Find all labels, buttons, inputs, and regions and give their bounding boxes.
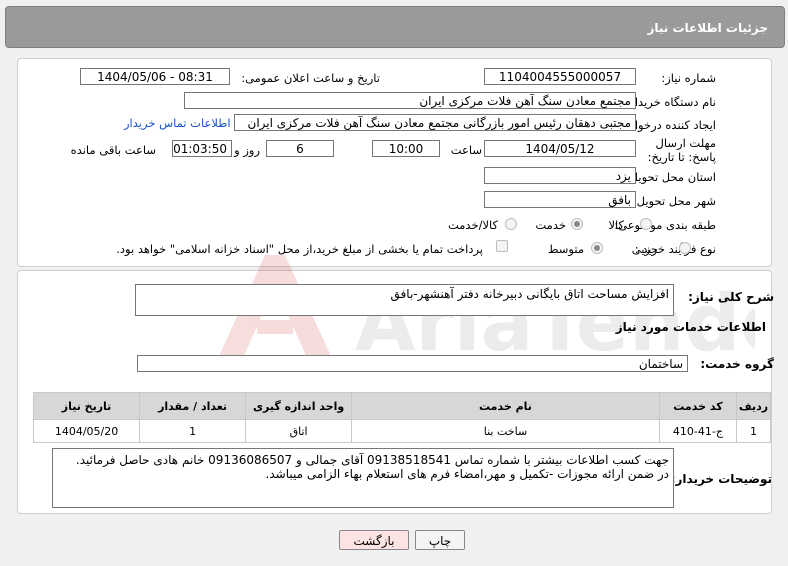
city-field[interactable]: بافق <box>484 191 636 208</box>
announce-field[interactable]: 1404/05/06 - 08:31 <box>80 68 230 85</box>
need-number-label: شماره نیاز: <box>661 71 716 85</box>
summary-label: شرح کلی نیاز: <box>688 290 774 304</box>
category-both-radio[interactable] <box>505 218 517 230</box>
need-date: 1404/05/20 <box>32 419 141 443</box>
treasury-checkbox[interactable] <box>496 240 508 252</box>
service-code: ج-41-410 <box>658 419 738 443</box>
page-title: جزئیات اطلاعات نیاز <box>647 21 768 35</box>
category-both-label: کالا/خدمت <box>447 218 498 232</box>
days-label: روز و <box>234 143 260 157</box>
service-name: ساخت بنا <box>351 419 660 443</box>
col-code: کد خدمت <box>658 392 738 420</box>
summary-field[interactable]: افزایش مساحت اتاق بایگانی دبیرخانه دفتر … <box>135 284 674 316</box>
page-header: جزئیات اطلاعات نیاز <box>5 6 785 48</box>
announce-label: تاریخ و ساعت اعلان عمومی: <box>241 71 380 85</box>
need-number-field[interactable]: 1104004555000057 <box>484 68 636 85</box>
buyer-notes-field[interactable]: جهت کسب اطلاعات بیشتر با شماره تماس 0913… <box>52 448 674 508</box>
city-label: شهر محل تحویل: <box>632 194 716 208</box>
process-medium-radio[interactable] <box>591 242 603 254</box>
buyer-notes-line1: جهت کسب اطلاعات بیشتر با شماره تماس 0913… <box>75 453 669 467</box>
back-button[interactable]: بازگشت <box>339 530 409 550</box>
buyer-notes-label: توضیحات خریدار: <box>670 472 772 486</box>
services-table: ردیف کد خدمت نام خدمت واحد اندازه گیری ت… <box>32 392 771 443</box>
col-row: ردیف <box>736 392 771 420</box>
payment-note: پرداخت تمام یا بخشی از مبلغ خرید،از محل … <box>116 242 483 256</box>
days-field[interactable]: 6 <box>266 140 334 157</box>
col-unit: واحد اندازه گیری <box>245 392 353 420</box>
process-minor-label: جزیی <box>631 242 658 256</box>
col-qty: تعداد / مقدار <box>139 392 247 420</box>
service-group-field[interactable]: ساختمان <box>137 355 688 372</box>
deadline-time-label: ساعت <box>450 143 482 157</box>
print-button[interactable]: چاپ <box>415 530 465 550</box>
buyer-org-label: نام دستگاه خریدار: <box>625 95 716 109</box>
category-goods-label: کالا <box>608 218 624 232</box>
buyer-org-field[interactable]: مجتمع معادن سنگ آهن فلات مرکزی ایران <box>184 92 636 109</box>
creator-field[interactable]: مجتبی دهقان رئیس امور بازرگانی مجتمع معا… <box>234 114 636 131</box>
province-label: استان محل تحویل: <box>625 170 716 184</box>
services-title: اطلاعات خدمات مورد نیاز <box>615 320 766 334</box>
col-date: تاریخ نیاز <box>32 392 141 420</box>
category-service-radio[interactable] <box>571 218 583 230</box>
buyer-notes-line2: در ضمن ارائه مجوزات -تکمیل و مهر،امضاء ف… <box>265 467 669 481</box>
deadline-date-field[interactable]: 1404/05/12 <box>484 140 636 157</box>
deadline-time-field[interactable]: 10:00 <box>372 140 440 157</box>
table-row[interactable]: 1 ج-41-410 ساخت بنا اتاق 1 1404/05/20 <box>32 419 771 443</box>
remaining-label: ساعت باقی مانده <box>70 143 156 157</box>
unit: اتاق <box>245 419 353 443</box>
page: جزئیات اطلاعات نیاز شماره نیاز: 11040045… <box>0 0 788 566</box>
province-field[interactable]: یزد <box>484 167 636 184</box>
deadline-label: مهلت ارسال پاسخ: تا تاریخ: <box>647 136 716 164</box>
quantity: 1 <box>139 419 247 443</box>
remaining-time-field[interactable]: 01:03:50 <box>172 140 232 157</box>
category-service-label: خدمت <box>535 218 566 232</box>
col-name: نام خدمت <box>351 392 660 420</box>
category-label: طبقه بندی موضوعی: <box>614 218 716 232</box>
row-number: 1 <box>736 419 771 443</box>
service-group-label: گروه خدمت: <box>700 357 774 371</box>
buyer-contact-link[interactable]: اطلاعات تماس خریدار <box>124 116 231 130</box>
process-medium-label: متوسط <box>547 242 584 256</box>
process-minor-radio[interactable] <box>679 242 691 254</box>
category-goods-radio[interactable] <box>640 218 652 230</box>
services-table-header: ردیف کد خدمت نام خدمت واحد اندازه گیری ت… <box>32 392 771 420</box>
